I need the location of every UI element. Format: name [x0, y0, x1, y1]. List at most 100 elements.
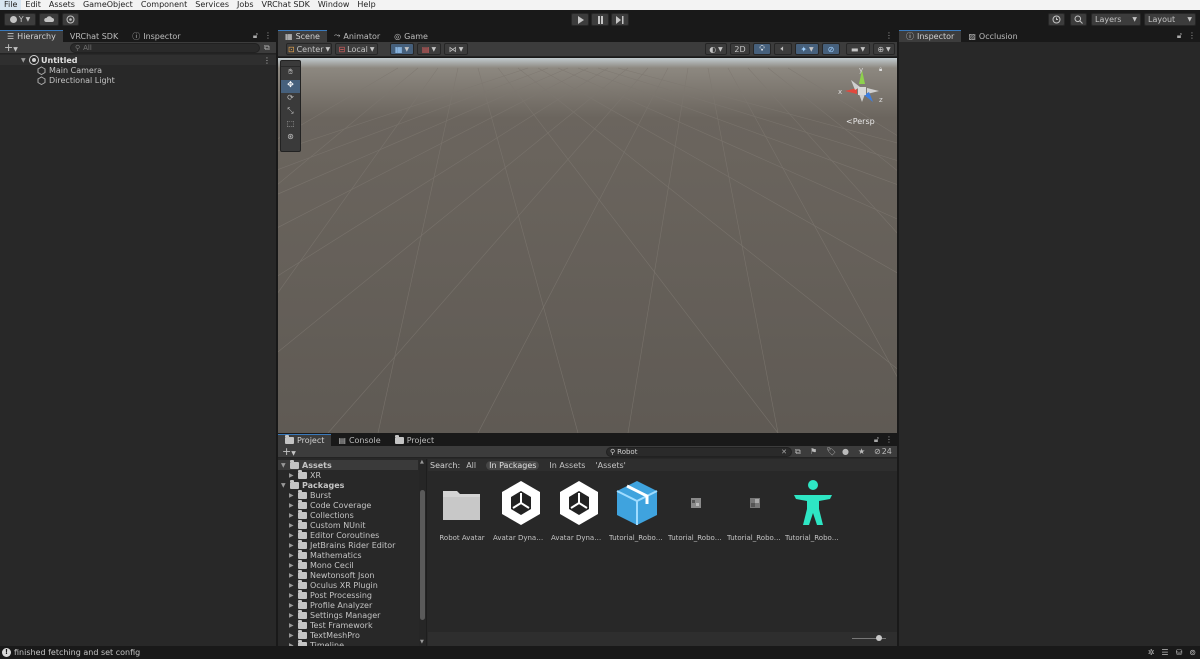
tree-assets[interactable]: ▼ Assets: [278, 459, 418, 470]
clear-search-icon[interactable]: ✕: [781, 448, 787, 456]
scene-visibility-icon[interactable]: ⧉: [264, 43, 270, 53]
tab-scene[interactable]: ▦ Scene: [278, 30, 327, 42]
gizmo-lock-icon[interactable]: 🔒︎: [879, 66, 882, 74]
play-button[interactable]: [571, 13, 589, 26]
pivot-dropdown[interactable]: ⊡ Center ▼: [286, 43, 332, 55]
filter-all[interactable]: All: [466, 461, 476, 470]
scene-viewport[interactable]: ✋︎ ✥ ⟳ ⤡ ⬚ ⊛ y x z 🔒︎ <Persp: [278, 58, 897, 433]
menu-window[interactable]: Window: [314, 0, 354, 10]
tree-item[interactable]: ▶ JetBrains Rider Editor: [289, 539, 395, 550]
tree-item[interactable]: ▶ Profile Analyzer: [289, 599, 372, 610]
camera-settings-dropdown[interactable]: ▬ ▼: [846, 43, 870, 55]
tree-item[interactable]: ▶ Settings Manager: [289, 609, 380, 620]
hierarchy-item-directional-light[interactable]: Directional Light: [37, 75, 115, 85]
expand-arrow-icon[interactable]: ▼: [21, 57, 27, 64]
pause-button[interactable]: [591, 13, 609, 26]
tab-inspector[interactable]: ⓘ Inspector: [899, 30, 962, 42]
tree-item[interactable]: ▶ Mono Cecil: [289, 559, 354, 570]
project-search-input[interactable]: ⚲ Robot ✕: [606, 447, 792, 457]
expand-arrow-icon[interactable]: ▼: [281, 482, 287, 489]
tree-packages[interactable]: ▼ Packages: [278, 479, 344, 490]
tab-animator[interactable]: ⤳ Animator: [327, 30, 387, 42]
scene-row[interactable]: ▼ Untitled ⋮: [0, 55, 276, 65]
expand-arrow-icon[interactable]: ▶: [289, 522, 295, 529]
expand-arrow-icon[interactable]: ▶: [289, 492, 295, 499]
draw-mode-dropdown[interactable]: ◐ ▼: [705, 43, 727, 55]
progress-icon[interactable]: ☰: [1161, 648, 1168, 657]
expand-arrow-icon[interactable]: ▶: [289, 582, 295, 589]
expand-arrow-icon[interactable]: ▶: [289, 592, 295, 599]
grid-toggle[interactable]: ▦ ▼: [390, 43, 414, 55]
more-menu-icon[interactable]: ⋮: [263, 56, 271, 65]
filter-in-assets[interactable]: In Assets: [549, 461, 585, 470]
tree-item[interactable]: ▶ Custom NUnit: [289, 519, 365, 530]
layers-dropdown[interactable]: Layers ▼: [1091, 13, 1141, 26]
collab-button[interactable]: [62, 13, 79, 26]
menu-help[interactable]: Help: [353, 0, 379, 10]
menu-component[interactable]: Component: [137, 0, 191, 10]
projection-toggle[interactable]: <Persp: [846, 117, 875, 126]
increment-snap-toggle[interactable]: ⋈ ▼: [444, 43, 468, 55]
tree-scrollbar-thumb[interactable]: [420, 490, 425, 620]
expand-arrow-icon[interactable]: ▶: [289, 572, 295, 579]
tree-item[interactable]: ▶ XR: [289, 469, 321, 480]
expand-arrow-icon[interactable]: ▶: [289, 542, 295, 549]
cloud-button[interactable]: [39, 13, 59, 26]
tree-item[interactable]: ▶ TextMeshPro: [289, 629, 360, 640]
asset-item[interactable]: Tutorial_Robot...: [668, 479, 724, 542]
asset-item[interactable]: Robot Avatar: [434, 479, 490, 542]
debug-bug-icon[interactable]: ✲: [1148, 648, 1155, 657]
audio-toggle[interactable]: 🔈︎: [774, 43, 792, 55]
log-filter-icon[interactable]: ●: [842, 447, 849, 456]
transform-tool-button[interactable]: ⊛: [281, 132, 300, 145]
more-menu-icon[interactable]: ⋮: [885, 435, 893, 445]
tree-scrollbar[interactable]: ▲ ▼: [419, 459, 426, 646]
filter-assets-folder[interactable]: 'Assets': [595, 461, 625, 470]
expand-arrow-icon[interactable]: ▶: [289, 602, 295, 609]
account-dropdown[interactable]: Y ▼: [4, 13, 36, 26]
more-menu-icon[interactable]: ⋮: [264, 31, 272, 41]
add-object-button[interactable]: +▼: [4, 42, 18, 55]
hierarchy-item-main-camera[interactable]: Main Camera: [37, 65, 102, 75]
auto-refresh-icon[interactable]: ⊚: [1189, 648, 1196, 657]
expand-arrow-icon[interactable]: ▶: [289, 502, 295, 509]
expand-arrow-icon[interactable]: ▼: [281, 462, 287, 469]
menu-assets[interactable]: Assets: [45, 0, 79, 10]
hand-tool-button[interactable]: ✋︎: [281, 67, 300, 80]
cache-server-icon[interactable]: ⛁: [1176, 648, 1183, 657]
asset-item[interactable]: Avatar Dynam...: [551, 479, 607, 542]
expand-arrow-icon[interactable]: ▶: [289, 612, 295, 619]
hierarchy-search-input[interactable]: ⚲ All: [70, 43, 260, 53]
favorite-star-icon[interactable]: ★: [858, 447, 865, 456]
expand-arrow-icon[interactable]: ▶: [289, 472, 295, 479]
status-message[interactable]: finished fetching and set config: [14, 648, 140, 657]
tab-project-2[interactable]: Project: [388, 434, 441, 446]
scroll-up-icon[interactable]: ▲: [420, 459, 424, 465]
expand-arrow-icon[interactable]: ▶: [289, 552, 295, 559]
tab-occlusion[interactable]: ▨ Occlusion: [961, 30, 1024, 42]
menu-vrchat-sdk[interactable]: VRChat SDK: [258, 0, 314, 10]
lock-icon[interactable]: 🔓︎: [874, 435, 879, 445]
tree-item[interactable]: ▶ Collections: [289, 509, 354, 520]
more-menu-icon[interactable]: ⋮: [1188, 31, 1196, 41]
expand-arrow-icon[interactable]: ▶: [289, 632, 295, 639]
tab-vrchat-sdk[interactable]: VRChat SDK: [63, 30, 125, 42]
toggle-2d-button[interactable]: 2D: [730, 43, 750, 55]
lock-icon[interactable]: 🔓︎: [253, 31, 258, 41]
icon-size-slider[interactable]: [852, 635, 886, 641]
tab-inspector-left[interactable]: ⓘ Inspector: [125, 30, 187, 42]
effects-dropdown[interactable]: ✦ ▼: [795, 43, 819, 55]
lock-icon[interactable]: 🔓︎: [1177, 31, 1182, 41]
tree-item[interactable]: ▶ Post Processing: [289, 589, 372, 600]
tree-item[interactable]: ▶ Mathematics: [289, 549, 362, 560]
expand-arrow-icon[interactable]: ▶: [289, 622, 295, 629]
undo-history-button[interactable]: [1048, 13, 1065, 26]
expand-arrow-icon[interactable]: ▶: [289, 512, 295, 519]
menu-gameobject[interactable]: GameObject: [79, 0, 137, 10]
asset-item[interactable]: Tutorial_Robot...: [727, 479, 783, 542]
tree-item[interactable]: ▶ Code Coverage: [289, 499, 371, 510]
search-button[interactable]: [1070, 13, 1087, 26]
tag-icon[interactable]: 🏷︎: [826, 447, 836, 456]
expand-arrow-icon[interactable]: ▶: [289, 532, 295, 539]
rect-tool-button[interactable]: ⬚: [281, 119, 300, 132]
